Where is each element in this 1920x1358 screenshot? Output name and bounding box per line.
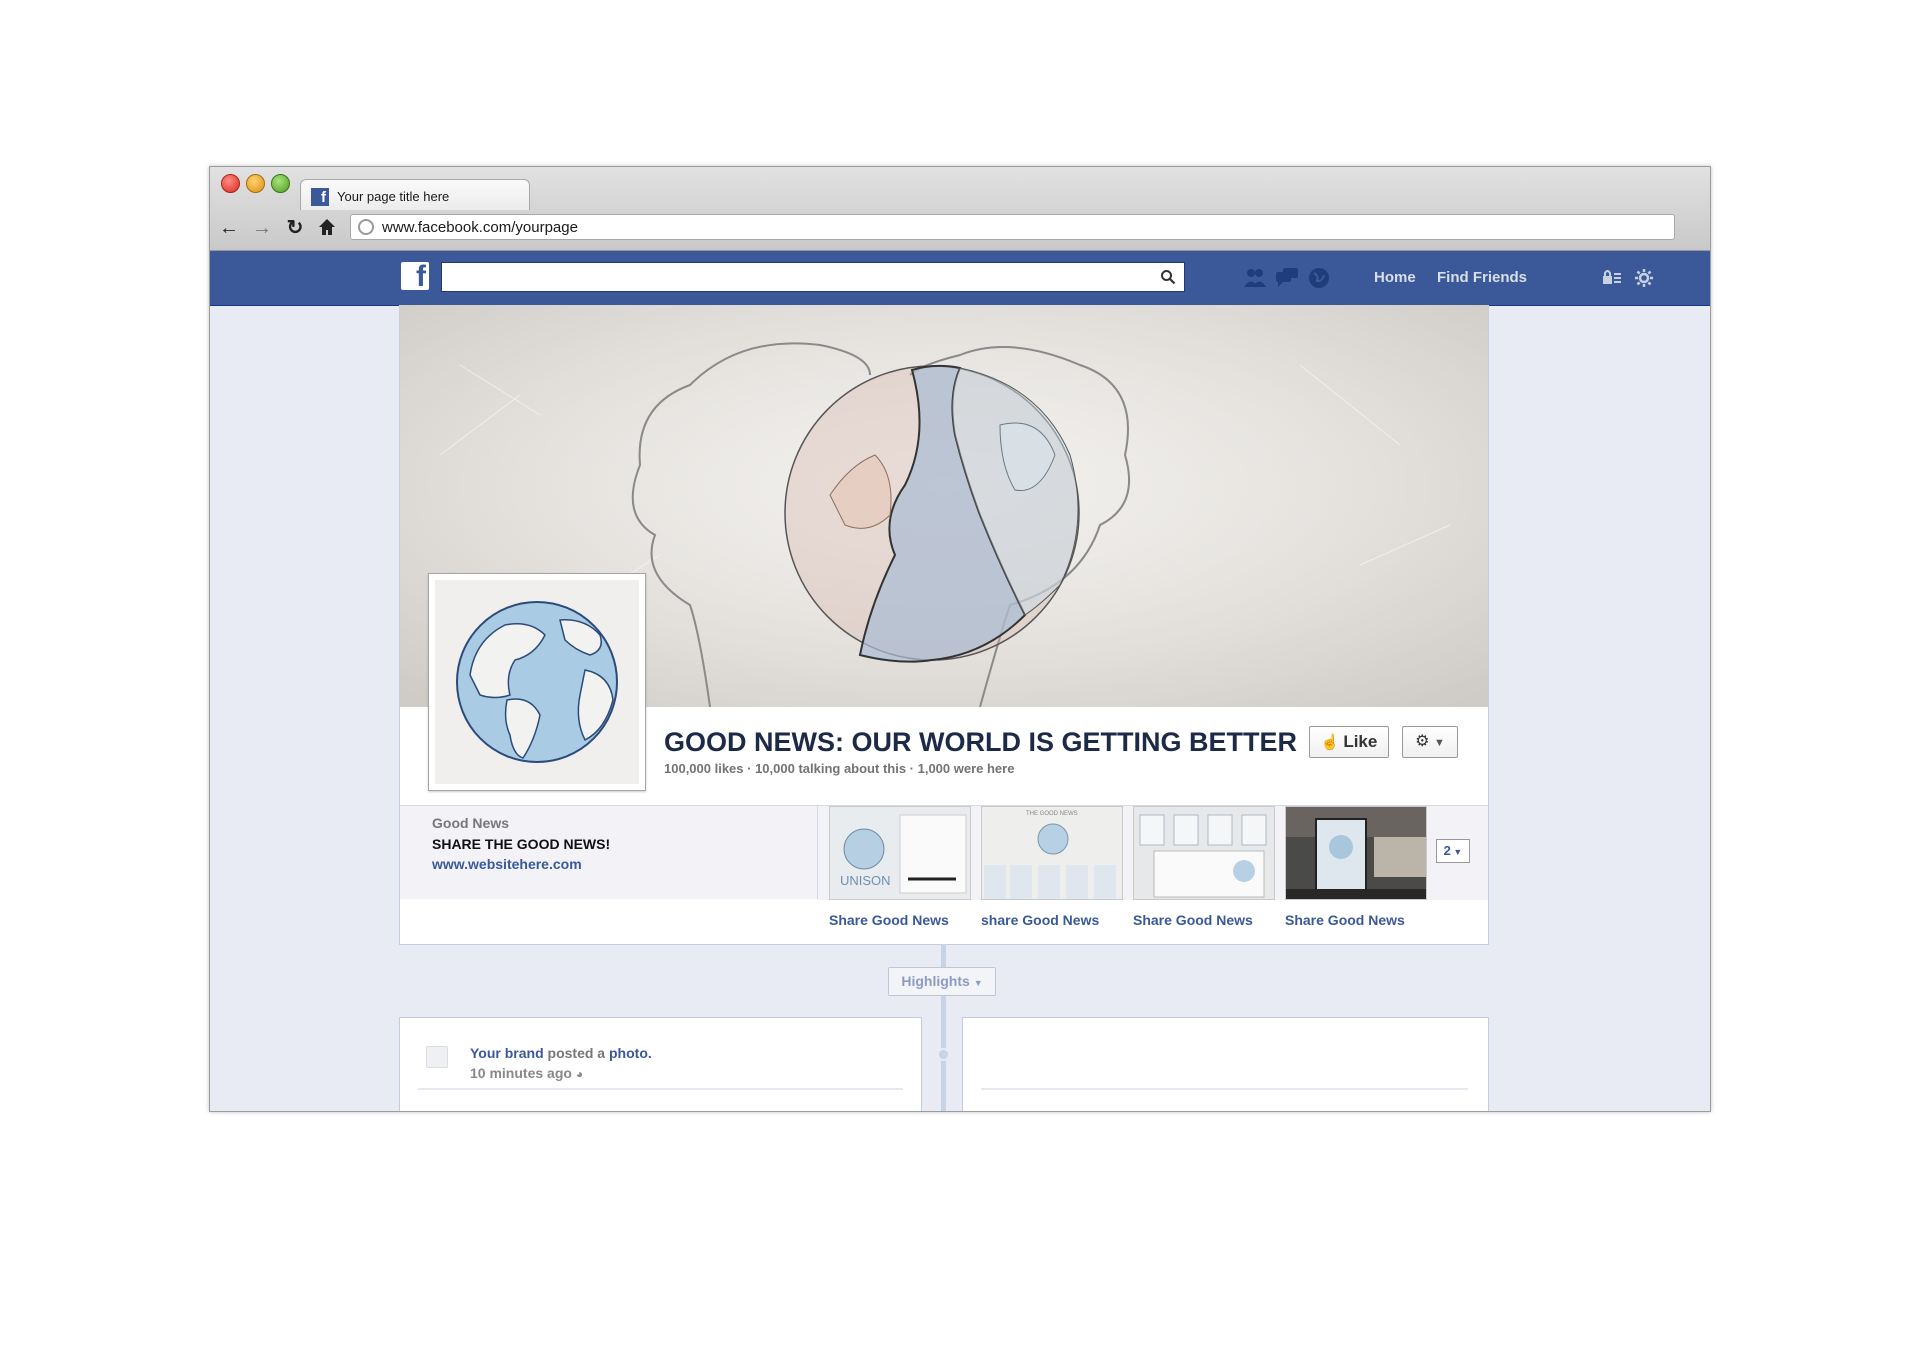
browser-window: f Your page title here ← → ↻ www.faceboo… [209, 166, 1711, 1112]
back-arrow-icon[interactable]: ← [218, 217, 240, 239]
reload-icon[interactable]: ↻ [284, 217, 306, 239]
home-link[interactable]: Home [1374, 269, 1416, 286]
timeline-connector-dot [937, 1048, 950, 1061]
highlights-label: Highlights [901, 973, 970, 989]
highlights-dropdown[interactable]: Highlights ▼ [888, 967, 996, 996]
post-time-text: 10 minutes ago [470, 1065, 572, 1081]
app-thumbnail-3[interactable] [1133, 806, 1275, 900]
facebook-logo-icon[interactable]: f [401, 260, 429, 293]
app-label-4[interactable]: Share Good News [1285, 912, 1405, 928]
app-label-2[interactable]: share Good News [981, 912, 1099, 928]
chevron-down-icon: ▼ [973, 978, 983, 988]
browser-chrome: f Your page title here ← → ↻ www.faceboo… [210, 167, 1710, 251]
thumbs-up-icon: ☝ [1320, 734, 1340, 751]
close-window-button[interactable] [221, 174, 240, 193]
brand-avatar[interactable] [426, 1046, 448, 1068]
messages-icon[interactable] [1274, 265, 1300, 291]
facebook-top-bar: f Home Find Friends [210, 251, 1710, 306]
about-box: Good News SHARE THE GOOD NEWS! www.websi… [400, 805, 818, 899]
unison-text: UNISON [840, 873, 891, 888]
public-globe-icon: ◕ [575, 1067, 584, 1081]
app-thumbnail-4[interactable] [1285, 806, 1427, 900]
gear-icon: ⚙ [1415, 733, 1430, 750]
app-thumbnail-1[interactable]: UNISON [829, 806, 971, 900]
chevron-down-icon: ▼ [1433, 737, 1445, 749]
post-action-text: posted a [547, 1045, 606, 1061]
settings-gear-icon[interactable] [1634, 268, 1654, 288]
globe-icon [358, 219, 374, 235]
post-header: Your brand posted a photo. [470, 1045, 652, 1061]
globe-profile-icon [456, 601, 618, 763]
post-object-link[interactable]: photo. [609, 1045, 652, 1061]
more-apps-button[interactable]: 2 ▼ [1436, 839, 1470, 863]
more-count: 2 [1443, 843, 1451, 858]
app-strip: UNISON THE GOOD NEWS 2 ▼ [818, 805, 1488, 900]
chevron-down-icon: ▼ [1450, 847, 1463, 857]
search-input[interactable] [441, 262, 1185, 292]
website-link[interactable]: www.websitehere.com [432, 856, 582, 872]
profile-picture[interactable] [428, 573, 646, 791]
about-description: SHARE THE GOOD NEWS! [432, 836, 611, 852]
url-text: www.facebook.com/yourpage [382, 219, 578, 236]
page-stats: 100,000 likes · 10,000 talking about thi… [664, 761, 1015, 776]
facebook-favicon-icon: f [311, 188, 329, 206]
timeline-post: Your brand posted a photo. 10 minutes ag… [399, 1017, 922, 1111]
app-label-1[interactable]: Share Good News [829, 912, 949, 928]
post-author-link[interactable]: Your brand [470, 1045, 544, 1061]
timeline-post-right [962, 1017, 1489, 1111]
post-divider [981, 1088, 1468, 1090]
tab-title: Your page title here [337, 189, 450, 204]
notifications-globe-icon[interactable] [1306, 265, 1332, 291]
app-thumbnail-2[interactable]: THE GOOD NEWS [981, 806, 1123, 900]
browser-tab[interactable]: f Your page title here [300, 179, 530, 210]
page-title: GOOD NEWS: OUR WORLD IS GETTING BETTER [664, 727, 1297, 757]
thumb-heading-text: THE GOOD NEWS [1026, 811, 1078, 817]
privacy-shortcuts-icon[interactable] [1601, 268, 1623, 288]
page-options-button[interactable]: ⚙ ▼ [1402, 726, 1458, 758]
post-divider [418, 1088, 903, 1090]
find-friends-link[interactable]: Find Friends [1437, 269, 1527, 286]
home-icon[interactable] [316, 217, 338, 239]
post-timestamp[interactable]: 10 minutes ago ◕ [470, 1065, 583, 1081]
search-icon[interactable] [1160, 269, 1176, 285]
like-label: Like [1343, 732, 1378, 751]
zoom-window-button[interactable] [271, 174, 290, 193]
minimize-window-button[interactable] [246, 174, 265, 193]
address-bar[interactable]: www.facebook.com/yourpage [350, 214, 1675, 240]
page-card: GOOD NEWS: OUR WORLD IS GETTING BETTER 1… [399, 305, 1489, 945]
about-name: Good News [432, 815, 510, 831]
friend-requests-icon[interactable] [1242, 265, 1268, 291]
like-button[interactable]: ☝ Like [1309, 726, 1389, 758]
app-label-3[interactable]: Share Good News [1133, 912, 1253, 928]
forward-arrow-icon[interactable]: → [251, 217, 273, 239]
